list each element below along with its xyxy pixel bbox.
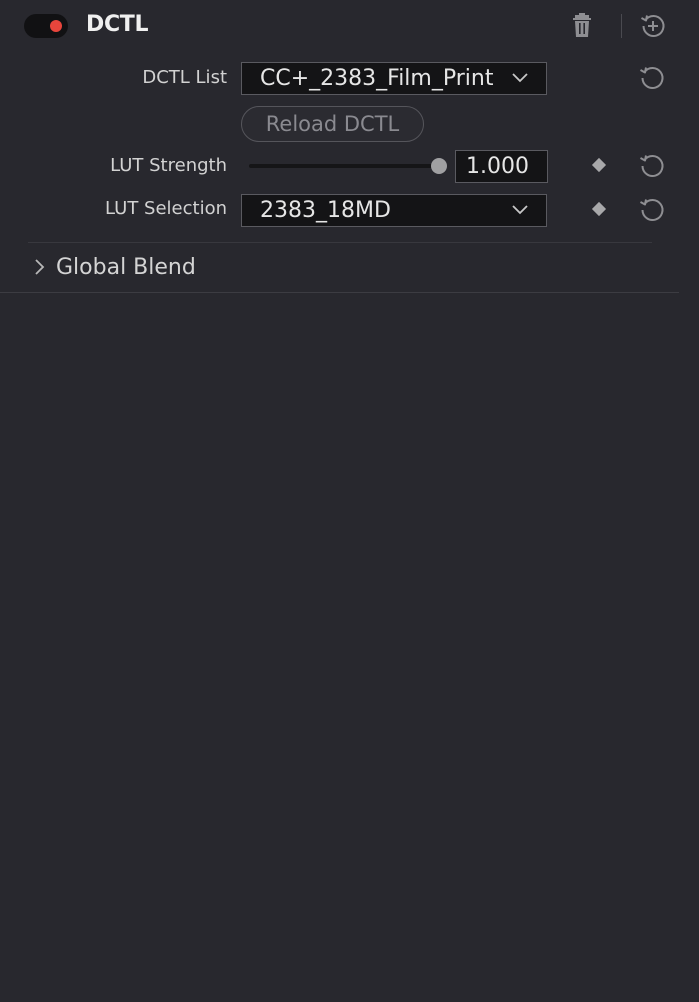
global-blend-label: Global Blend [56, 254, 196, 280]
dctl-panel: DCTL DCTL List CC+_2383_Film_Print Reloa… [0, 0, 699, 1002]
keyframe-icon[interactable] [591, 157, 607, 173]
lut-strength-label: LUT Strength [110, 155, 227, 176]
reset-icon[interactable] [639, 153, 665, 179]
empty-panel-area [0, 293, 699, 1002]
lut-selection-dropdown[interactable]: 2383_18MD [241, 194, 547, 227]
reset-icon[interactable] [639, 65, 665, 91]
header-divider [621, 14, 622, 38]
panel-title: DCTL [86, 12, 149, 37]
keyframe-icon[interactable] [591, 201, 607, 217]
lut-strength-slider-track[interactable] [249, 164, 439, 168]
chevron-right-icon [35, 259, 45, 275]
global-blend-section-header[interactable]: Global Blend [34, 252, 196, 282]
lut-strength-input[interactable]: 1.000 [455, 150, 548, 183]
enable-indicator-dot [50, 20, 62, 32]
reload-dctl-button[interactable]: Reload DCTL [241, 106, 424, 142]
dctl-list-dropdown[interactable]: CC+_2383_Film_Print [241, 62, 547, 95]
lut-selection-value: 2383_18MD [260, 198, 391, 223]
chevron-down-icon [512, 73, 528, 83]
chevron-down-icon [512, 205, 528, 215]
lut-strength-slider-handle[interactable] [431, 158, 447, 174]
add-node-icon[interactable] [640, 13, 666, 39]
reset-icon[interactable] [639, 197, 665, 223]
dctl-list-label: DCTL List [142, 67, 227, 88]
lut-selection-label: LUT Selection [105, 198, 227, 219]
dctl-list-value: CC+_2383_Film_Print [260, 66, 494, 91]
enable-toggle[interactable] [24, 14, 68, 38]
trash-icon[interactable] [571, 13, 593, 39]
section-divider [28, 242, 652, 243]
